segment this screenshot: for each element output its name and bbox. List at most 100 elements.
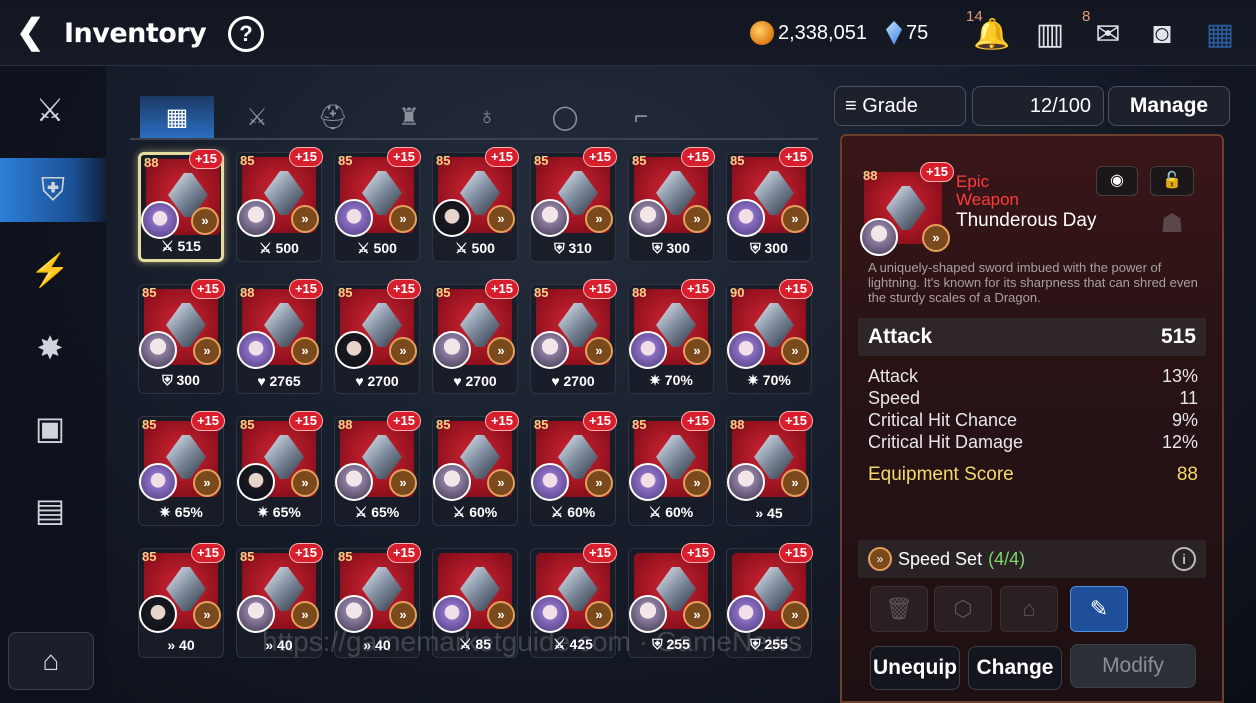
enhance-badge: +15 xyxy=(582,279,617,299)
tab-necklace[interactable]: ♁ xyxy=(450,96,524,138)
backpack-icon: ▣ xyxy=(34,410,66,446)
equipment-card[interactable]: 88 +15 » ⚔ 515 xyxy=(138,149,224,262)
item-stat: ⚔ 515 xyxy=(161,238,201,254)
item-stat: ⛨ 300 xyxy=(652,240,690,256)
speed-set-icon: » xyxy=(868,547,892,571)
sell-button[interactable]: 🗑 xyxy=(870,586,928,632)
equipment-card[interactable]: 88 +15 » ⚔ 65% xyxy=(334,411,421,526)
equipment-card[interactable]: 85 +15 » ⚔ 60% xyxy=(628,411,715,526)
item-level: 85 xyxy=(142,417,157,432)
cube-icon: ⬡ xyxy=(953,596,973,621)
item-level: 85 xyxy=(632,417,647,432)
equipment-card[interactable]: 85 +15 » ⚔ 60% xyxy=(530,411,617,526)
enhance-badge: +15 xyxy=(680,147,715,167)
crystal-display[interactable]: 75 xyxy=(886,18,928,48)
storage-move-button[interactable]: ⌂ xyxy=(1000,586,1058,632)
tab-boots[interactable]: ⌐ xyxy=(604,96,678,138)
sword-shield-icon: ⚔ xyxy=(35,92,65,128)
equipment-card[interactable]: 85 +15 » ⛨ 300 xyxy=(628,147,715,262)
tab-grid[interactable]: ▦ xyxy=(140,96,214,138)
substat-label: Speed xyxy=(868,388,921,408)
crossed-shield-icon: ⛨ xyxy=(40,171,65,207)
tab-sword[interactable]: ⚔ xyxy=(220,96,294,138)
sort-icon: ≡ xyxy=(845,95,863,117)
substat-value: 13% xyxy=(1161,366,1198,386)
equipment-card[interactable]: 85 +15 » ♥ 2700 xyxy=(334,279,421,394)
sidebar-item-chest[interactable]: ▤ xyxy=(18,478,82,542)
sidebar-item-equipment[interactable]: ⚔ xyxy=(18,78,82,142)
lock-button[interactable]: 🔓 xyxy=(1150,166,1194,196)
equipment-card[interactable]: 85 +15 » » 40 xyxy=(138,543,225,658)
equipment-card[interactable]: 85 +15 » ⚔ 500 xyxy=(236,147,323,262)
chat-button[interactable]: ◙ xyxy=(1142,14,1182,54)
item-level: 85 xyxy=(338,285,353,300)
equipment-card[interactable]: 85 +15 » ⛨ 300 xyxy=(726,147,813,262)
equipment-card[interactable]: 90 +15 » ✷ 70% xyxy=(726,279,813,394)
set-icon: » xyxy=(191,207,219,235)
enhance-badge: +15 xyxy=(386,279,421,299)
set-label: Speed Set xyxy=(898,548,983,569)
equipment-card[interactable]: 85 +15 » ⛨ 310 xyxy=(530,147,617,262)
modify-button[interactable]: Modify xyxy=(1070,644,1196,688)
set-info-icon[interactable]: i xyxy=(1172,547,1196,571)
hero-avatar xyxy=(237,331,275,369)
change-button[interactable]: Change xyxy=(968,646,1062,690)
gold-display[interactable]: 2,338,051 xyxy=(750,18,867,48)
equipment-card[interactable]: 85 +15 » ⚔ 500 xyxy=(334,147,421,262)
equipment-card[interactable]: 85 +15 » ♥ 2700 xyxy=(432,279,519,394)
item-name: Thunderous Day xyxy=(956,210,1097,231)
storage-button[interactable]: ⌂ xyxy=(8,632,94,690)
hero-avatar xyxy=(727,199,765,237)
set-icon: » xyxy=(291,469,319,497)
enhance-button[interactable]: ✎ xyxy=(1070,586,1128,632)
notifications-button[interactable]: 14 🔔 xyxy=(966,8,1012,54)
item-level: 88 xyxy=(338,417,353,432)
equipment-card[interactable]: 85 +15 » ♥ 2700 xyxy=(530,279,617,394)
hero-avatar xyxy=(335,331,373,369)
set-row[interactable]: » Speed Set (4/4) i xyxy=(858,540,1206,578)
help-button[interactable]: ? xyxy=(228,16,264,52)
manage-button[interactable]: Manage xyxy=(1108,86,1230,126)
mail-button[interactable]: 8 ✉ xyxy=(1082,8,1128,54)
sidebar-item-artifacts[interactable]: ⚡ xyxy=(18,238,82,302)
set-icon: » xyxy=(781,601,809,629)
back-button[interactable]: ❮ xyxy=(16,14,52,52)
grade-label: Grade xyxy=(862,95,918,117)
enhance-badge: +15 xyxy=(288,147,323,167)
shop-button[interactable]: ▥ xyxy=(1030,14,1070,54)
item-level: 85 xyxy=(142,549,157,564)
grade-filter-button[interactable]: ≡ Grade xyxy=(834,86,966,126)
equipment-card[interactable]: 85 +15 » ✷ 65% xyxy=(138,411,225,526)
set-icon: » xyxy=(487,205,515,233)
equipment-card[interactable]: 85 +15 » ⛨ 300 xyxy=(138,279,225,394)
detail-enhance: +15 xyxy=(919,162,954,182)
detail-item-image: 88 +15 » xyxy=(860,162,954,260)
tab-ring[interactable]: ◯ xyxy=(528,96,602,138)
tab-armor[interactable]: ♜ xyxy=(372,96,446,138)
shop-icon: ▥ xyxy=(1035,17,1065,51)
substat-value: 12% xyxy=(1161,432,1198,452)
substat-row: Critical Hit Damage 12% xyxy=(868,432,1198,453)
helmet-icon: ⛑ xyxy=(317,103,349,131)
extract-button[interactable]: ⬡ xyxy=(934,586,992,632)
equipment-card[interactable]: 88 +15 » ✷ 70% xyxy=(628,279,715,394)
equipment-card[interactable]: 85 +15 » ✷ 65% xyxy=(236,411,323,526)
hero-avatar xyxy=(139,463,177,501)
capacity-button[interactable]: 12/100 xyxy=(972,86,1104,126)
unequip-button[interactable]: Unequip xyxy=(870,646,960,690)
sidebar-item-unequipped[interactable]: ⛨ xyxy=(0,158,106,222)
sidebar-item-bag[interactable]: ▣ xyxy=(18,396,82,460)
hero-avatar xyxy=(335,463,373,501)
share-button[interactable]: ◉ xyxy=(1096,166,1138,196)
menu-button[interactable]: ▦ xyxy=(1200,14,1240,54)
equipment-card[interactable]: 85 +15 » ⚔ 500 xyxy=(432,147,519,262)
equipment-card[interactable]: 88 +15 » ♥ 2765 xyxy=(236,279,323,394)
item-level: 85 xyxy=(534,417,549,432)
tab-helmet[interactable]: ⛑ xyxy=(296,96,370,138)
set-icon: » xyxy=(585,601,613,629)
item-rarity: Epic xyxy=(956,172,990,191)
sidebar-item-materials[interactable]: ✸ xyxy=(18,316,82,380)
set-icon: » xyxy=(585,469,613,497)
equipment-card[interactable]: 88 +15 » » 45 xyxy=(726,411,813,526)
equipment-card[interactable]: 85 +15 » ⚔ 60% xyxy=(432,411,519,526)
